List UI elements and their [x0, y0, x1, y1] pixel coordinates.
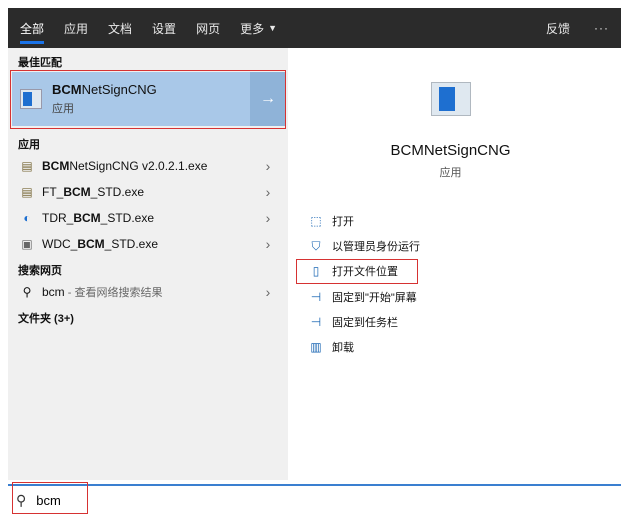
pin-icon: ⊣: [310, 290, 322, 304]
search-bar: ⚲: [8, 484, 621, 514]
chevron-right-icon[interactable]: ›: [250, 210, 286, 226]
app-icon: [431, 82, 471, 116]
feedback-button[interactable]: 反馈: [534, 20, 582, 37]
highlight-box: [296, 259, 418, 284]
chevron-right-icon[interactable]: ›: [250, 158, 286, 174]
shield-icon: ⛉: [311, 238, 321, 253]
list-item[interactable]: ▣ WDC_BCM_STD.exe ›: [12, 232, 286, 256]
list-item[interactable]: ▤ FT_BCM_STD.exe ›: [12, 180, 286, 204]
list-item[interactable]: ▤ BCMNetSignCNG v2.0.2.1.exe ›: [12, 154, 286, 178]
trash-icon: ▥: [310, 340, 322, 354]
web-search-heading: 搜索网页: [18, 265, 62, 277]
apps-heading: 应用: [18, 139, 40, 151]
tab-documents[interactable]: 文档: [98, 8, 142, 48]
folders-heading[interactable]: 文件夹 (3+): [18, 310, 74, 326]
search-tabs-bar: 全部 应用 文档 设置 网页 更多 ▼ 反馈 ···: [8, 8, 621, 48]
results-pane: 最佳匹配 BCMNetSignCNG 应用 → 应用 ▤ BCMNetSignC…: [8, 48, 288, 480]
open-action[interactable]: ⬚ 打开: [308, 210, 354, 232]
app-type: 应用: [439, 167, 462, 179]
installer-icon: ▣: [21, 237, 33, 251]
chevron-right-icon[interactable]: ›: [250, 184, 286, 200]
chevron-right-icon[interactable]: ›: [250, 236, 286, 252]
highlight-box: [12, 482, 88, 514]
uninstall-action[interactable]: ▥ 卸载: [308, 336, 354, 358]
detail-pane: BCMNetSignCNG 应用 ⬚ 打开 ⛉ 以管理员身份运行 ▯ 打开文件位…: [288, 60, 613, 480]
exe-icon: ▤: [21, 185, 33, 199]
app-title: BCMNetSignCNG: [390, 142, 511, 159]
list-item[interactable]: ◐ TDR_BCM_STD.exe ›: [12, 206, 286, 230]
run-as-admin-action[interactable]: ⛉ 以管理员身份运行: [308, 235, 420, 257]
tab-apps[interactable]: 应用: [54, 8, 98, 48]
tab-more[interactable]: 更多 ▼: [230, 8, 287, 48]
tab-settings[interactable]: 设置: [142, 8, 186, 48]
web-search-item[interactable]: ⚲ bcm - 查看网络搜索结果 ›: [12, 280, 286, 304]
open-icon: ⬚: [310, 214, 322, 228]
tab-all[interactable]: 全部: [8, 8, 54, 48]
exe-icon: ▤: [21, 159, 33, 173]
pin-to-start-action[interactable]: ⊣ 固定到"开始"屏幕: [308, 286, 417, 308]
chevron-down-icon: ▼: [268, 23, 278, 33]
chevron-right-icon[interactable]: ›: [250, 284, 286, 300]
tab-web[interactable]: 网页: [186, 8, 230, 48]
tdr-app-icon: ◐: [23, 211, 31, 225]
pin-icon: ⊣: [310, 315, 322, 329]
search-icon: ⚲: [22, 285, 32, 299]
best-match-heading: 最佳匹配: [18, 57, 62, 69]
more-options-icon[interactable]: ···: [582, 21, 621, 35]
highlight-box: [10, 70, 286, 129]
pin-to-taskbar-action[interactable]: ⊣ 固定到任务栏: [308, 311, 398, 333]
